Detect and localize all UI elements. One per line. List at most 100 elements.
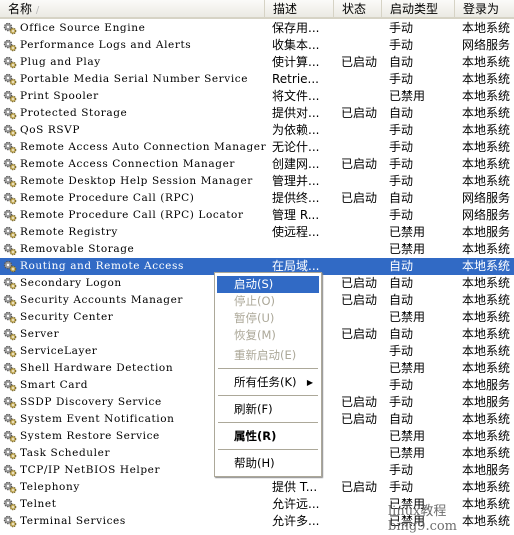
service-row[interactable]: Plug and Play 使计算... 已启动 自动 本地系统 [0, 54, 514, 71]
service-gear-icon [3, 294, 17, 307]
menu-restart: 重新启动(E) [234, 348, 297, 362]
service-description: 管理并... [272, 174, 320, 188]
service-row[interactable]: Office Source Engine 保存用... 手动 本地系统 [0, 20, 514, 37]
service-startup-type: 手动 [389, 174, 414, 188]
column-status-header[interactable]: 状态 [334, 0, 382, 18]
menu-all-tasks[interactable]: 所有任务(K) ▶ [217, 374, 319, 391]
service-logon-as: 本地服务 [462, 395, 511, 409]
service-logon-as: 本地系统 [462, 429, 511, 443]
service-logon-as: 本地系统 [462, 361, 511, 375]
service-description: 将文件... [272, 89, 320, 103]
service-description: 允许多... [272, 514, 320, 528]
menu-properties[interactable]: 属性(R) [217, 428, 319, 445]
service-gear-icon [3, 277, 17, 290]
service-logon-as: 网络服务 [462, 38, 511, 52]
service-status: 已启动 [341, 395, 378, 409]
service-row[interactable]: QoS RSVP 为依赖... 手动 本地系统 [0, 122, 514, 139]
service-logon-as: 本地系统 [462, 55, 511, 69]
service-startup-type: 自动 [389, 191, 414, 205]
service-name: Remote Procedure Call (RPC) Locator [20, 209, 244, 221]
service-startup-type: 自动 [389, 106, 414, 120]
column-name-header[interactable]: 名称 / [0, 0, 265, 18]
service-gear-icon [3, 124, 17, 137]
service-description: 允许远... [272, 497, 320, 511]
service-startup-type: 已禁用 [389, 225, 426, 239]
service-status: 已启动 [341, 276, 378, 290]
service-logon-as: 本地系统 [462, 242, 511, 256]
service-status: 已启动 [341, 412, 378, 426]
menu-refresh[interactable]: 刷新(F) [217, 401, 319, 418]
service-startup-type: 手动 [389, 38, 414, 52]
service-status: 已启动 [341, 480, 378, 494]
service-name: Protected Storage [20, 107, 128, 119]
service-row[interactable]: Remote Procedure Call (RPC) Locator 管理 R… [0, 207, 514, 224]
service-logon-as: 本地系统 [462, 174, 511, 188]
service-row[interactable]: Performance Logs and Alerts 收集本... 手动 网络… [0, 37, 514, 54]
service-startup-type: 自动 [389, 276, 414, 290]
service-gear-icon [3, 141, 17, 154]
service-name: System Event Notification [20, 413, 175, 425]
service-description: 无论什... [272, 140, 320, 154]
service-logon-as: 本地服务 [462, 225, 511, 239]
service-gear-icon [3, 515, 17, 528]
menu-resume: 恢复(M) [234, 328, 276, 342]
service-description: 管理 R... [272, 208, 320, 222]
service-name: Task Scheduler [20, 447, 111, 459]
service-row[interactable]: Removable Storage 已禁用 本地系统 [0, 241, 514, 258]
service-gear-icon [3, 192, 17, 205]
menu-pause: 暂停(U) [234, 311, 275, 325]
service-gear-icon [3, 311, 17, 324]
service-row[interactable]: Remote Registry 使远程... 已禁用 本地服务 [0, 224, 514, 241]
service-startup-type: 已禁用 [389, 242, 426, 256]
service-row[interactable]: Remote Access Connection Manager 创建网... … [0, 156, 514, 173]
service-name: Routing and Remote Access [20, 260, 184, 272]
service-row[interactable]: Remote Access Auto Connection Manager 无论… [0, 139, 514, 156]
service-name: Telnet [20, 498, 57, 510]
service-name: ServiceLayer [20, 345, 98, 357]
service-description: 创建网... [272, 157, 320, 171]
service-row[interactable]: Remote Desktop Help Session Manager 管理并.… [0, 173, 514, 190]
service-description: 收集本... [272, 38, 320, 52]
service-gear-icon [3, 464, 17, 477]
menu-separator [218, 422, 318, 423]
service-row[interactable]: Print Spooler 将文件... 已禁用 本地系统 [0, 88, 514, 105]
service-gear-icon [3, 345, 17, 358]
service-logon-as: 本地系统 [462, 157, 511, 171]
service-startup-type: 已禁用 [389, 361, 426, 375]
service-logon-as: 本地系统 [462, 446, 511, 460]
service-logon-as: 网络服务 [462, 191, 511, 205]
service-startup-type: 手动 [389, 463, 414, 477]
service-row[interactable]: Remote Procedure Call (RPC) 提供终... 已启动 自… [0, 190, 514, 207]
service-name: Print Spooler [20, 90, 99, 102]
service-startup-type: 已禁用 [389, 429, 426, 443]
service-name: Security Center [20, 311, 114, 323]
service-status: 已启动 [341, 55, 378, 69]
service-logon-as: 本地系统 [462, 412, 511, 426]
service-row[interactable]: Portable Media Serial Number Service Ret… [0, 71, 514, 88]
menu-help[interactable]: 帮助(H) [217, 455, 319, 472]
service-logon-as: 本地服务 [462, 463, 511, 477]
service-startup-type: 手动 [389, 72, 414, 86]
service-logon-as: 本地系统 [462, 140, 511, 154]
menu-start[interactable]: 启动(S) [217, 276, 319, 293]
service-name: Secondary Logon [20, 277, 122, 289]
service-startup-type: 自动 [389, 293, 414, 307]
service-startup-type: 已禁用 [389, 446, 426, 460]
service-logon-as: 本地系统 [462, 293, 511, 307]
column-desc-header[interactable]: 描述 [265, 0, 334, 18]
service-gear-icon [3, 447, 17, 460]
service-status: 已启动 [341, 293, 378, 307]
service-status: 已启动 [341, 191, 378, 205]
service-row[interactable]: Protected Storage 提供对... 已启动 自动 本地系统 [0, 105, 514, 122]
column-startup-header[interactable]: 启动类型 [382, 0, 455, 18]
service-gear-icon [3, 158, 17, 171]
service-gear-icon [3, 209, 17, 222]
service-name: Server [20, 328, 60, 340]
service-logon-as: 本地系统 [462, 344, 511, 358]
column-logon-header[interactable]: 登录为 [455, 0, 514, 18]
service-logon-as: 本地系统 [462, 480, 511, 494]
service-row[interactable]: Telephony 提供 T... 已启动 手动 本地系统 [0, 479, 514, 496]
service-gear-icon [3, 498, 17, 511]
service-startup-type: 手动 [389, 208, 414, 222]
service-description: 提供对... [272, 106, 320, 120]
